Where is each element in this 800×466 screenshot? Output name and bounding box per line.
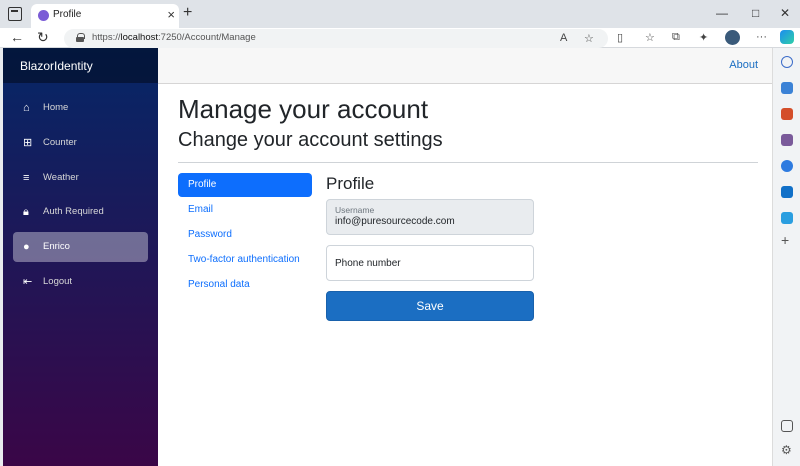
plus-square-icon: ⊞ xyxy=(23,137,33,149)
browser-side-rail: + ⚙ xyxy=(772,48,800,466)
manage-nav-label: Email xyxy=(188,204,214,215)
sidebar-item-logout[interactable]: ⇤ Logout xyxy=(13,267,148,297)
tab-strip: Profile × + — □ ✕ xyxy=(0,0,800,28)
maximize-button[interactable]: □ xyxy=(752,6,759,20)
refresh-icon[interactable]: ↻ xyxy=(37,29,49,46)
read-aloud-icon[interactable]: A xyxy=(560,32,567,44)
games-icon[interactable] xyxy=(781,134,793,146)
tools-icon[interactable] xyxy=(781,108,793,120)
sidebar-item-label: Home xyxy=(43,102,69,113)
extensions-icon[interactable]: ✦ xyxy=(699,31,708,44)
browser-tab[interactable]: Profile × xyxy=(31,4,179,28)
manage-nav-email[interactable]: Email xyxy=(178,198,312,222)
sidebar-toggle-icon[interactable] xyxy=(781,420,793,432)
logout-icon: ⇤ xyxy=(23,276,33,288)
sidebar-item-counter[interactable]: ⊞ Counter xyxy=(13,128,148,158)
sidebar-item-enrico[interactable]: ● Enrico xyxy=(13,232,148,262)
copilot-icon[interactable] xyxy=(780,30,794,44)
sidebar-item-label: Weather xyxy=(43,172,79,183)
manage-nav-password[interactable]: Password xyxy=(178,223,312,247)
top-row: About xyxy=(158,48,772,84)
sidebar-item-weather[interactable]: ≡ Weather xyxy=(13,163,148,193)
section-heading: Profile xyxy=(326,174,375,193)
profile-avatar[interactable] xyxy=(725,30,740,45)
blazor-favicon-icon xyxy=(38,10,49,21)
username-value: info@puresourcecode.com xyxy=(335,216,455,227)
manage-nav-label: Password xyxy=(188,229,232,240)
username-label: Username xyxy=(335,205,375,215)
add-icon[interactable]: + xyxy=(781,233,793,247)
manage-nav-personal-data[interactable]: Personal data xyxy=(178,273,312,297)
brand-bar: BlazorIdentity xyxy=(3,48,158,83)
send-icon[interactable] xyxy=(781,212,793,224)
sidebar-item-label: Logout xyxy=(43,276,73,287)
phone-number-input[interactable]: Phone number xyxy=(326,245,534,281)
phone-placeholder: Phone number xyxy=(335,258,401,269)
manage-nav-label: Two-factor authentication xyxy=(188,254,300,265)
url-text: https://localhost:7250/Account/Manage xyxy=(92,32,256,43)
m365-icon[interactable] xyxy=(781,160,793,172)
brand-name[interactable]: BlazorIdentity xyxy=(20,59,93,73)
sidebar-item-auth-required[interactable]: 🔒︎ Auth Required xyxy=(13,197,148,227)
more-menu-icon[interactable]: ··· xyxy=(756,31,767,43)
divider xyxy=(178,162,758,163)
split-screen-icon[interactable]: ▯ xyxy=(617,31,623,44)
page-subtitle: Change your account settings xyxy=(178,129,443,151)
settings-gear-icon[interactable]: ⚙ xyxy=(781,444,793,456)
collections-icon[interactable]: ⧉ xyxy=(672,31,680,44)
person-icon: ● xyxy=(23,241,30,253)
app-sidebar: BlazorIdentity ⌂ Home ⊞ Counter ≡ Weathe… xyxy=(3,48,158,466)
about-link[interactable]: About xyxy=(729,59,758,71)
url-input[interactable]: https://localhost:7250/Account/Manage A … xyxy=(64,29,608,48)
shopping-tag-icon[interactable] xyxy=(781,82,793,94)
favorites-icon[interactable]: ☆ xyxy=(645,31,655,44)
manage-nav-label: Profile xyxy=(188,179,217,190)
back-icon[interactable]: ← xyxy=(10,29,24,45)
tab-close-icon[interactable]: × xyxy=(167,7,175,22)
page-title: Manage your account xyxy=(178,94,429,124)
manage-nav-label: Personal data xyxy=(188,279,250,290)
favorite-star-icon[interactable]: ☆ xyxy=(584,32,594,45)
address-bar-row: ← ↻ https://localhost:7250/Account/Manag… xyxy=(0,28,800,48)
close-window-button[interactable]: ✕ xyxy=(780,6,790,20)
lock-icon: 🔒︎ xyxy=(23,206,29,218)
sidebar-item-label: Enrico xyxy=(43,241,70,252)
minimize-button[interactable]: — xyxy=(716,6,728,20)
search-icon[interactable] xyxy=(781,56,793,68)
sidebar-item-label: Auth Required xyxy=(43,206,104,217)
save-button[interactable]: Save xyxy=(326,291,534,321)
browser-window: Profile × + — □ ✕ ← ↻ https://localhost:… xyxy=(0,0,800,466)
lock-icon xyxy=(76,33,85,42)
tab-actions-icon[interactable] xyxy=(8,7,22,21)
new-tab-button[interactable]: + xyxy=(183,4,192,22)
main-content: About Manage your account Change your ac… xyxy=(158,48,772,466)
sidebar-item-label: Counter xyxy=(43,137,77,148)
list-icon: ≡ xyxy=(23,172,30,184)
manage-nav-profile[interactable]: Profile xyxy=(178,173,312,197)
username-field: Username info@puresourcecode.com xyxy=(326,199,534,235)
manage-nav-two-factor[interactable]: Two-factor authentication xyxy=(178,248,328,272)
tab-title: Profile xyxy=(53,9,82,20)
outlook-icon[interactable] xyxy=(781,186,793,198)
home-icon: ⌂ xyxy=(23,102,30,114)
sidebar-item-home[interactable]: ⌂ Home xyxy=(13,93,148,123)
